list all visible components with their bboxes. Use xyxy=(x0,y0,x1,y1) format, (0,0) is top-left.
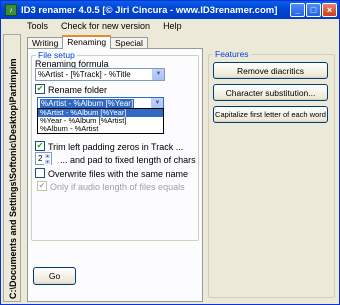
chevron-down-icon[interactable]: ▼ xyxy=(152,69,164,80)
app-window: ♪ ID3 renamer 4.0.5 [© Jiri Cincura - ww… xyxy=(0,0,340,305)
maximize-button[interactable]: □ xyxy=(306,3,321,17)
menu-help[interactable]: Help xyxy=(163,21,182,31)
trim-zeros-checkbox[interactable]: ✔ xyxy=(35,141,45,151)
folder-option[interactable]: %Album - %Artist xyxy=(38,125,163,133)
overwrite-label: Overwrite files with the same name xyxy=(48,169,189,179)
menu-tools[interactable]: Tools xyxy=(27,21,48,31)
folder-formula-dropdown[interactable]: %Artist - %Album [%Year] %Year - %Album … xyxy=(37,108,164,134)
audio-length-checkbox[interactable]: ✔ xyxy=(37,181,47,191)
folder-formula-value: %Artist - %Album [%Year] xyxy=(40,99,135,108)
character-substitution-button[interactable]: Character substitution... xyxy=(213,84,328,101)
window-controls: _ □ × xyxy=(290,3,337,17)
trim-zeros-label: Trim left padding zeros in Track ... xyxy=(48,142,184,152)
pad-length-label: ... and pad to fixed length of chars xyxy=(60,155,196,165)
features-legend: Features xyxy=(213,49,251,59)
menu-check-version[interactable]: Check for new version xyxy=(61,21,150,31)
tab-strip: Writing Renaming Special xyxy=(27,35,148,49)
tab-renaming[interactable]: Renaming xyxy=(62,35,112,49)
title-bar[interactable]: ♪ ID3 renamer 4.0.5 [© Jiri Cincura - ww… xyxy=(1,1,339,19)
spin-down-icon[interactable]: ▼ xyxy=(44,159,51,165)
overwrite-checkbox[interactable] xyxy=(35,168,45,178)
renaming-formula-value: %Artist - [%Track] - %Title xyxy=(38,70,131,79)
renaming-formula-combo[interactable]: %Artist - [%Track] - %Title ▼ xyxy=(35,68,165,81)
window-title: ID3 renamer 4.0.5 [© Jiri Cincura - www.… xyxy=(21,4,278,16)
menu-bar: Tools Check for new version Help xyxy=(1,19,339,33)
rename-folder-checkbox[interactable]: ✔ xyxy=(35,84,45,94)
remove-diacritics-button[interactable]: Remove diacritics xyxy=(213,62,328,79)
app-icon: ♪ xyxy=(5,4,17,16)
minimize-button[interactable]: _ xyxy=(290,3,305,17)
spin-arrows[interactable]: ▲ ▼ xyxy=(44,153,51,165)
folder-path-label: C:\Documents and Settings\Softonic\Deskt… xyxy=(8,58,18,299)
pad-length-value: 2 xyxy=(38,154,43,163)
pad-length-stepper[interactable]: 2 ▲ ▼ xyxy=(35,152,52,165)
rename-folder-label: Rename folder xyxy=(48,85,108,95)
close-button[interactable]: × xyxy=(322,3,337,17)
folder-path-panel[interactable]: C:\Documents and Settings\Softonic\Deskt… xyxy=(3,34,21,302)
audio-length-label: Only if audio length of files equals xyxy=(50,182,185,192)
capitalize-words-button[interactable]: Capitalize first letter of each word xyxy=(213,106,328,123)
go-button[interactable]: Go xyxy=(33,267,76,285)
